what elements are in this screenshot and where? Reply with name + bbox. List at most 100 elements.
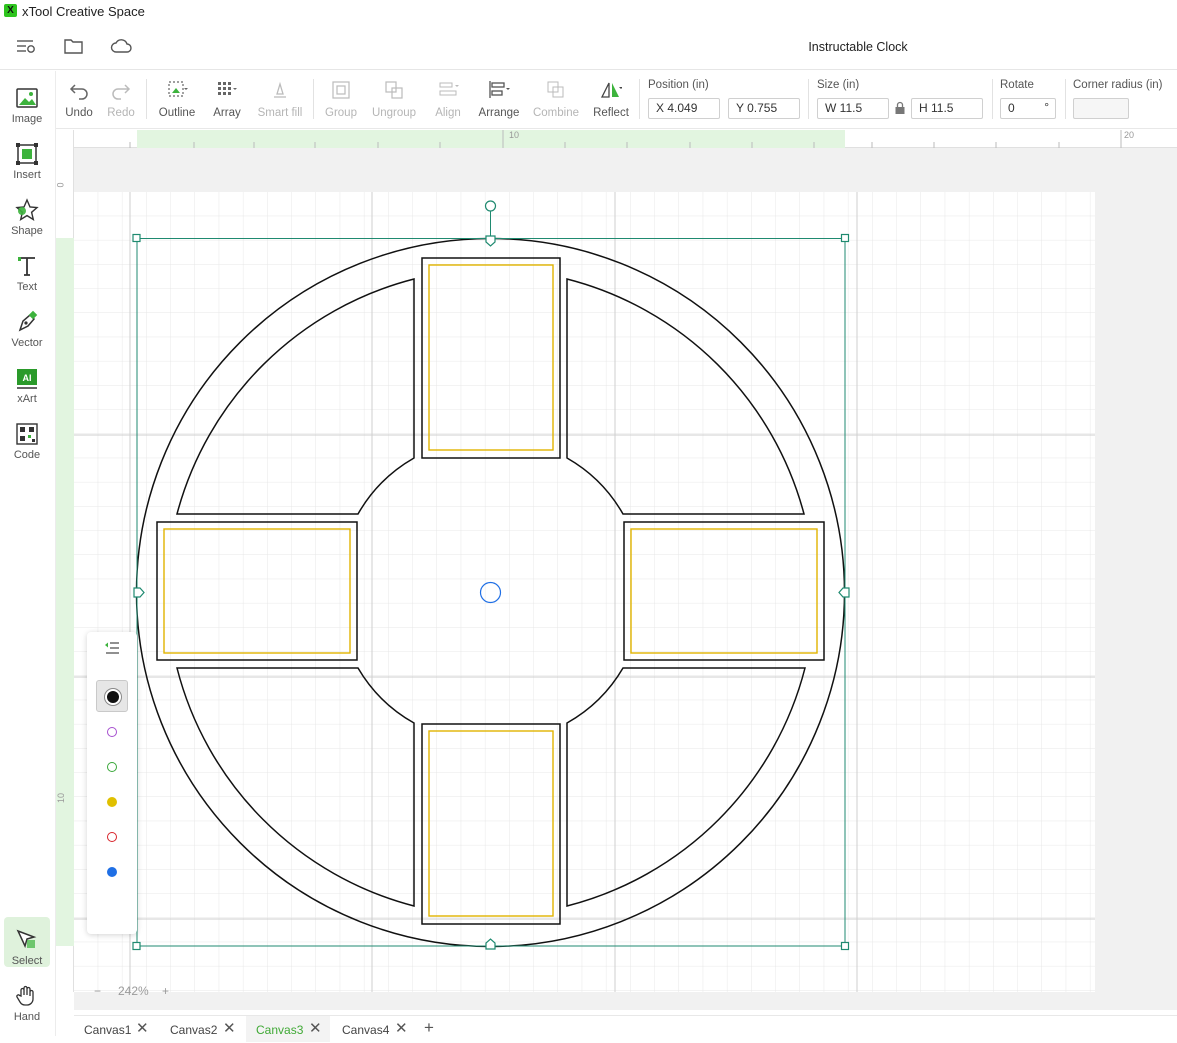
vector-tool[interactable]: Vector <box>4 299 50 349</box>
resize-handle-bottom-right[interactable] <box>840 941 850 951</box>
code-tool-label: Code <box>13 449 41 461</box>
workspace-margin <box>1095 192 1177 1010</box>
ruler-label-10-left: 10 <box>56 792 67 804</box>
image-tool-label: Image <box>11 113 43 125</box>
outline-button[interactable]: Outline <box>156 79 198 123</box>
layer-blue-dot <box>107 867 117 877</box>
shape-tool[interactable]: Shape <box>4 187 50 237</box>
cloud-icon[interactable] <box>110 36 132 56</box>
toolbar-divider <box>639 79 640 119</box>
shape-tool-label: Shape <box>11 225 43 237</box>
position-x-field[interactable]: X 4.049 <box>648 98 720 119</box>
arrange-button[interactable]: Arrange <box>477 79 521 123</box>
vector-pen-icon <box>14 309 40 335</box>
reflect-button[interactable]: Reflect <box>591 79 631 123</box>
align-label: Align <box>435 107 461 119</box>
tab-label: Canvas4 <box>342 1023 390 1037</box>
workspace[interactable] <box>74 148 1177 1010</box>
layer-color-panel <box>87 632 137 934</box>
outline-icon <box>168 81 188 97</box>
text-icon <box>14 253 40 279</box>
zoom-out-button[interactable]: − <box>94 984 101 998</box>
top-ruler: 10 20 <box>74 130 1177 148</box>
ruler-label-10: 10 <box>509 130 520 140</box>
ungroup-button[interactable]: Ungroup <box>369 79 419 123</box>
zoom-level: 242% <box>118 984 149 998</box>
layer-black[interactable] <box>96 680 128 712</box>
image-tool[interactable]: Image <box>4 75 50 125</box>
array-button[interactable]: Array <box>207 79 247 123</box>
lock-icon[interactable] <box>894 101 906 120</box>
close-tab-icon[interactable]: ✕ <box>309 1019 322 1037</box>
code-tool[interactable]: Code <box>4 411 50 461</box>
corner-radius-field[interactable] <box>1073 98 1129 119</box>
ungroup-label: Ungroup <box>371 107 417 119</box>
rotate-handle[interactable] <box>484 200 497 212</box>
close-tab-icon[interactable]: ✕ <box>223 1019 236 1037</box>
smart-fill-icon <box>274 81 286 98</box>
group-label: Group <box>325 107 357 119</box>
text-tool[interactable]: Text <box>4 243 50 293</box>
shape-icon <box>14 197 40 223</box>
align-button[interactable]: Align <box>428 79 468 123</box>
resize-handle-top-right[interactable] <box>840 233 850 243</box>
layer-green-dot <box>107 762 117 772</box>
xart-tool-label: xArt <box>17 393 37 405</box>
combine-button[interactable]: Combine <box>530 79 582 123</box>
redo-icon <box>112 84 131 100</box>
layer-red[interactable] <box>96 821 128 853</box>
rotate-label: Rotate <box>1000 79 1034 91</box>
xart-tool[interactable]: AI xArt <box>4 355 50 405</box>
title-bar: X xTool Creative Space <box>0 0 1177 24</box>
canvas-grid <box>74 192 1095 992</box>
resize-handle-top-left[interactable] <box>132 233 141 243</box>
undo-button[interactable]: Undo <box>61 79 97 123</box>
tab-canvas4[interactable]: Canvas4 ✕ <box>332 1016 416 1042</box>
tab-label: Canvas1 <box>84 1023 132 1037</box>
insert-tool-label: Insert <box>13 169 41 181</box>
edit-toolbar: Undo Redo Outline Array Smart fill Group… <box>56 71 1177 129</box>
combine-label: Combine <box>532 107 580 119</box>
layer-green[interactable] <box>96 751 128 783</box>
tab-canvas2[interactable]: Canvas2 ✕ <box>160 1016 244 1042</box>
size-w-field[interactable]: W 11.5 <box>817 98 889 119</box>
zoom-in-button[interactable]: + <box>162 984 169 998</box>
array-icon <box>218 82 237 95</box>
array-label: Array <box>213 107 241 119</box>
size-h-field[interactable]: H 11.5 <box>911 98 983 119</box>
ruler-selection-highlight <box>56 238 74 946</box>
layer-blue[interactable] <box>96 856 128 888</box>
outline-label: Outline <box>158 107 196 119</box>
rotate-field[interactable]: 0 ° <box>1000 98 1056 119</box>
select-cursor-icon <box>14 927 40 953</box>
group-icon <box>332 81 350 99</box>
tab-canvas3[interactable]: Canvas3 ✕ <box>246 1016 330 1042</box>
group-button[interactable]: Group <box>322 79 360 123</box>
xart-badge: AI <box>23 373 32 383</box>
design-canvas[interactable] <box>74 148 1177 1010</box>
reflect-icon <box>600 82 622 98</box>
position-y-field[interactable]: Y 0.755 <box>728 98 800 119</box>
rotate-value: 0 <box>1008 101 1015 115</box>
insert-tool[interactable]: Insert <box>4 131 50 181</box>
folder-icon[interactable] <box>63 36 85 56</box>
add-tab-button[interactable]: + <box>424 1018 434 1038</box>
layer-list-icon[interactable] <box>104 641 120 660</box>
hand-tool[interactable]: Hand <box>4 973 50 1023</box>
select-tool[interactable]: Select <box>4 917 50 967</box>
tab-label: Canvas2 <box>170 1023 218 1037</box>
layer-purple[interactable] <box>96 716 128 748</box>
resize-handle-bottom-left[interactable] <box>132 941 141 951</box>
close-tab-icon[interactable]: ✕ <box>136 1019 149 1037</box>
toolbar-divider <box>992 79 993 119</box>
qr-code-icon <box>14 421 40 447</box>
smart-fill-button[interactable]: Smart fill <box>256 79 304 123</box>
redo-button[interactable]: Redo <box>104 79 138 123</box>
vector-tool-label: Vector <box>11 337 43 349</box>
list-settings-icon[interactable] <box>15 36 37 56</box>
text-tool-label: Text <box>16 281 38 293</box>
layer-yellow[interactable] <box>96 786 128 818</box>
left-ruler: 0 10 <box>56 130 74 992</box>
tab-canvas1[interactable]: Canvas1 ✕ <box>74 1016 158 1042</box>
close-tab-icon[interactable]: ✕ <box>395 1019 408 1037</box>
